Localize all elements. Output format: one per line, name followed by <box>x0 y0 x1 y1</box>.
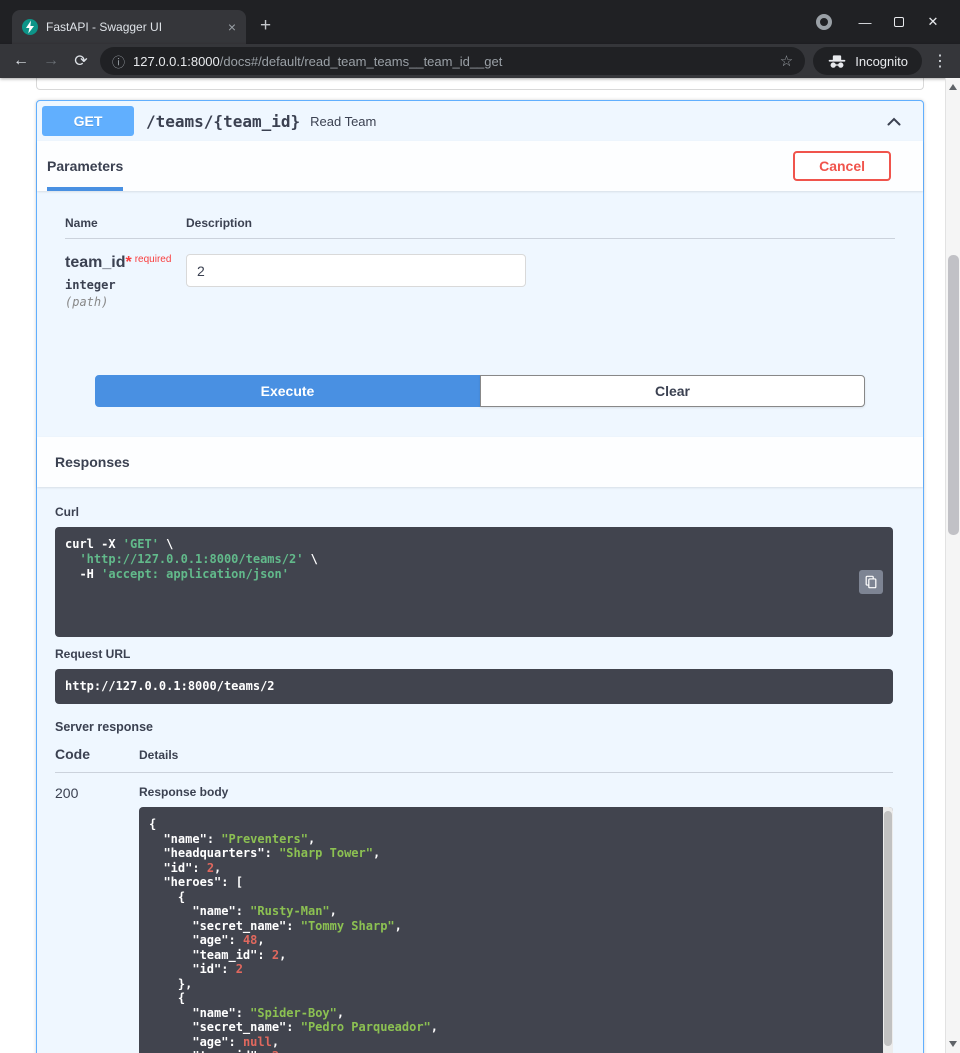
page-scrollbar-thumb[interactable] <box>948 255 959 535</box>
column-code-label: Code <box>55 746 139 762</box>
clipboard-icon <box>864 575 878 589</box>
column-details-label: Details <box>139 748 178 762</box>
incognito-label: Incognito <box>855 54 908 69</box>
browser-tab[interactable]: FastAPI - Swagger UI × <box>12 10 246 44</box>
site-info-icon[interactable]: ⓘ <box>112 52 125 71</box>
url-path: /docs#/default/read_team_teams__team_id_… <box>220 54 503 69</box>
page-content: GET /teams/{team_id} Read Team Parameter… <box>0 78 960 1053</box>
tab-close-icon[interactable]: × <box>228 19 236 35</box>
response-table-header: Code Details <box>55 746 893 773</box>
status-code: 200 <box>55 785 139 1053</box>
response-body-scrollbar-thumb[interactable] <box>884 811 892 1046</box>
team-id-input[interactable] <box>186 254 526 287</box>
responses-title: Responses <box>55 454 130 470</box>
opblock-get-read-team: GET /teams/{team_id} Read Team Parameter… <box>36 100 924 1053</box>
browser-toolbar: ← → ⟳ ⓘ 127.0.0.1:8000/docs#/default/rea… <box>0 44 960 78</box>
url-host: 127.0.0.1:8000 <box>133 54 220 69</box>
column-name-label: Name <box>65 216 186 230</box>
copy-to-clipboard-button[interactable] <box>859 570 883 594</box>
previous-section-bottom-edge <box>36 78 924 90</box>
parameters-section-header: Parameters Cancel <box>37 141 923 191</box>
response-details-cell: Response body { "name": "Preventers", "h… <box>139 785 893 1053</box>
parameter-type: integer <box>65 278 186 292</box>
incognito-badge: Incognito <box>813 47 922 75</box>
scrollbar-up-arrow-icon[interactable] <box>949 84 957 90</box>
refresh-icon[interactable]: ⟳ <box>70 51 92 71</box>
parameters-table-header: Name Description <box>65 216 895 239</box>
request-url-block: http://127.0.0.1:8000/teams/2 <box>55 669 893 704</box>
url-text[interactable]: 127.0.0.1:8000/docs#/default/read_team_t… <box>133 54 772 69</box>
opblock-summary[interactable]: GET /teams/{team_id} Read Team <box>37 101 923 141</box>
parameters-tab-label: Parameters <box>47 158 123 174</box>
response-body-block: { "name": "Preventers", "headquarters": … <box>139 807 893 1053</box>
operation-path: /teams/{team_id} <box>134 112 310 131</box>
parameter-meta: team_id*required integer (path) <box>65 254 186 309</box>
responses-body: Curl curl -X 'GET' \ 'http://127.0.0.1:8… <box>37 487 923 1053</box>
new-tab-button[interactable]: + <box>260 15 271 37</box>
curl-command-block: curl -X 'GET' \ 'http://127.0.0.1:8000/t… <box>55 527 893 637</box>
scrollbar-down-arrow-icon[interactable] <box>949 1041 957 1047</box>
incognito-icon <box>827 54 847 69</box>
responses-section-header: Responses <box>37 437 923 487</box>
operation-summary: Read Team <box>310 114 376 129</box>
execute-button-group: Execute Clear <box>95 375 865 407</box>
required-label: required <box>135 254 172 265</box>
execute-button[interactable]: Execute <box>95 375 480 407</box>
clear-button[interactable]: Clear <box>480 375 865 407</box>
tab-title: FastAPI - Swagger UI <box>46 20 220 34</box>
server-response-label: Server response <box>55 720 893 734</box>
maximize-button[interactable] <box>882 15 916 30</box>
forward-icon[interactable]: → <box>40 52 62 70</box>
maximize-icon <box>894 17 904 27</box>
profile-icon[interactable] <box>816 14 832 30</box>
response-body-label: Response body <box>139 785 893 799</box>
parameter-value-cell <box>186 254 526 309</box>
back-icon[interactable]: ← <box>10 52 32 70</box>
required-star: * <box>125 254 131 271</box>
collapse-chevron-icon[interactable] <box>884 111 904 131</box>
bookmark-star-icon[interactable]: ☆ <box>780 52 793 70</box>
address-bar[interactable]: ⓘ 127.0.0.1:8000/docs#/default/read_team… <box>100 47 805 75</box>
page-scrollbar[interactable] <box>945 78 960 1053</box>
window-controls: — ✕ <box>816 0 960 44</box>
parameter-row: team_id*required integer (path) <box>65 239 895 323</box>
response-body-scrollbar[interactable] <box>883 807 893 1053</box>
curl-label: Curl <box>55 505 893 519</box>
browser-window: FastAPI - Swagger UI × + — ✕ ← → ⟳ ⓘ 127… <box>0 0 960 78</box>
request-url-label: Request URL <box>55 647 893 661</box>
column-description-label: Description <box>186 216 252 230</box>
parameter-location: (path) <box>65 295 186 309</box>
tab-parameters[interactable]: Parameters <box>47 141 123 191</box>
close-window-button[interactable]: ✕ <box>916 14 950 30</box>
parameter-name: team_id*required <box>65 254 186 272</box>
response-row: 200 Response body { "name": "Preventers"… <box>55 773 893 1053</box>
minimize-button[interactable]: — <box>848 15 882 30</box>
fastapi-favicon-icon <box>22 19 38 35</box>
browser-menu-icon[interactable]: ⋮ <box>930 51 950 71</box>
method-badge: GET <box>42 106 134 136</box>
parameters-table: Name Description team_id*required intege… <box>37 191 923 407</box>
cancel-button[interactable]: Cancel <box>793 151 891 181</box>
tab-strip: FastAPI - Swagger UI × + — ✕ <box>0 0 960 44</box>
